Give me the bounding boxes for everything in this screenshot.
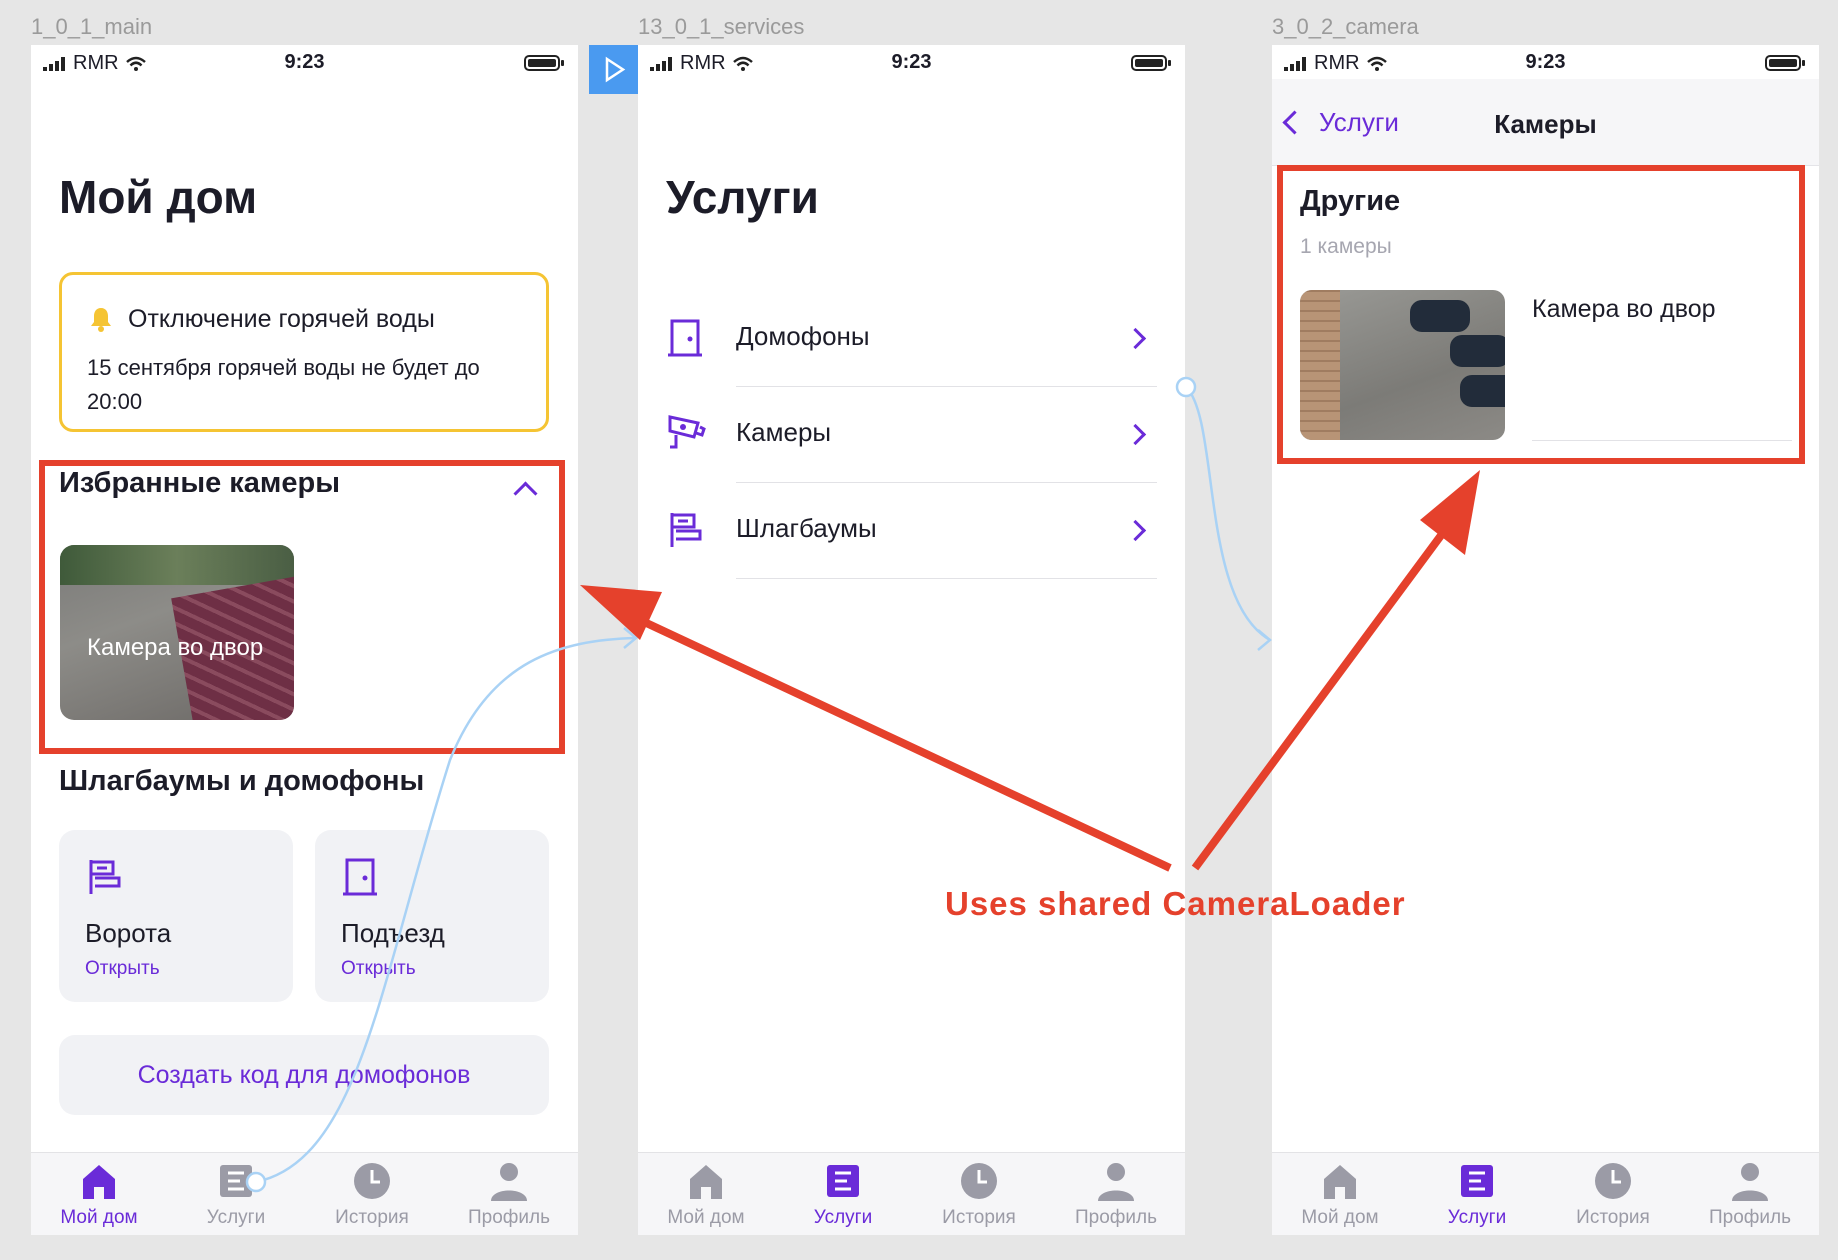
tab-bar: Мой дом Услуги История Профиль: [638, 1152, 1185, 1235]
chevron-right-icon: [1124, 423, 1147, 446]
highlight-favorite-cameras: [39, 460, 565, 754]
services-item-barriers[interactable]: Шлагбаумы: [666, 483, 1157, 579]
highlight-camera-list: [1277, 165, 1805, 464]
clock-icon: [354, 1163, 390, 1199]
tab-home-label: Мой дом: [667, 1207, 745, 1228]
tab-profile-label: Профиль: [1074, 1207, 1158, 1228]
play-icon: [605, 56, 626, 83]
tab-history[interactable]: История: [304, 1159, 440, 1229]
clock-icon: [961, 1163, 997, 1199]
battery-icon: [1765, 55, 1805, 71]
services-item-label: Шлагбаумы: [736, 513, 877, 543]
services-item-label: Домофоны: [736, 321, 870, 351]
entrance-open-link[interactable]: Открыть: [341, 958, 416, 980]
status-time: 9:23: [1525, 51, 1566, 73]
door-icon: [668, 319, 702, 357]
entrance-tile[interactable]: Подъезд Открыть: [315, 830, 549, 1002]
services-icon: [827, 1165, 859, 1197]
tab-services-label: Услуги: [1447, 1207, 1507, 1228]
annotation-caption: Uses shared CameraLoader: [945, 885, 1406, 922]
services-item-label: Камеры: [736, 417, 832, 447]
services-icon: [220, 1165, 252, 1197]
door-icon: [343, 858, 377, 896]
tab-services[interactable]: Услуги: [1409, 1159, 1545, 1229]
frame-label-main: 1_0_1_main: [31, 14, 153, 39]
tab-history[interactable]: История: [1545, 1159, 1681, 1229]
tab-history[interactable]: История: [911, 1159, 1047, 1229]
navigation-bar: Услуги Камеры: [1272, 79, 1819, 166]
hot-water-alert[interactable]: Отключение горячей воды 15 сентября горя…: [59, 272, 549, 432]
tab-home-label: Мой дом: [1301, 1207, 1379, 1228]
tab-profile[interactable]: Профиль: [441, 1159, 577, 1229]
entrance-title: Подъезд: [341, 918, 445, 948]
tab-profile-label: Профиль: [467, 1207, 551, 1228]
barrier-icon: [670, 513, 702, 547]
home-icon: [83, 1165, 115, 1199]
bell-icon: [91, 308, 111, 332]
tab-profile[interactable]: Профиль: [1048, 1159, 1184, 1229]
services-icon: [1461, 1165, 1493, 1197]
status-time: 9:23: [891, 51, 932, 73]
frame-label-camera: 3_0_2_camera: [1272, 14, 1419, 39]
battery-icon: [524, 55, 564, 71]
gate-tile[interactable]: Ворота Открыть: [59, 830, 293, 1002]
tab-home-label: Мой дом: [60, 1207, 138, 1228]
status-time: 9:23: [284, 51, 325, 73]
tab-home[interactable]: Мой дом: [1272, 1159, 1408, 1229]
create-intercom-code-button[interactable]: Создать код для домофонов: [59, 1035, 549, 1115]
tab-home[interactable]: Мой дом: [31, 1159, 167, 1229]
barrier-icon: [89, 860, 121, 894]
status-bar: RMR 9:23: [638, 45, 1185, 79]
tab-profile-label: Профиль: [1708, 1207, 1792, 1228]
home-icon: [1324, 1165, 1356, 1199]
alert-text: 15 сентября горячей воды не будет до 20:…: [87, 355, 480, 414]
camera-icon: [668, 415, 706, 449]
page-title: Услуги: [666, 171, 819, 223]
tab-services[interactable]: Услуги: [168, 1159, 304, 1229]
profile-icon: [1732, 1163, 1768, 1201]
tab-history-label: История: [1576, 1207, 1650, 1228]
tab-bar: Мой дом Услуги История Профиль: [31, 1152, 578, 1235]
gate-open-link[interactable]: Открыть: [85, 958, 160, 980]
tab-profile[interactable]: Профиль: [1682, 1159, 1818, 1229]
page-title: Мой дом: [59, 171, 258, 223]
services-screen: RMR 9:23 Услуги Домофоны Камеры Шлагбаум…: [638, 45, 1185, 1235]
prototype-play-button[interactable]: [589, 45, 638, 94]
tab-services-label: Услуги: [206, 1207, 266, 1228]
tab-home[interactable]: Мой дом: [638, 1159, 774, 1229]
status-bar: RMR 9:23: [31, 45, 578, 79]
chevron-right-icon: [1124, 519, 1147, 542]
profile-icon: [491, 1163, 527, 1201]
gate-title: Ворота: [85, 918, 172, 948]
home-icon: [690, 1165, 722, 1199]
alert-title: Отключение горячей воды: [128, 305, 435, 333]
tab-bar: Мой дом Услуги История Профиль: [1272, 1152, 1819, 1235]
status-bar: RMR 9:23: [1272, 45, 1819, 79]
chevron-right-icon: [1124, 327, 1147, 350]
tab-services-label: Услуги: [813, 1207, 873, 1228]
services-item-intercoms[interactable]: Домофоны: [666, 291, 1157, 387]
clock-icon: [1595, 1163, 1631, 1199]
tab-history-label: История: [942, 1207, 1016, 1228]
profile-icon: [1098, 1163, 1134, 1201]
barriers-title: Шлагбаумы и домофоны: [59, 765, 425, 797]
tab-history-label: История: [335, 1207, 409, 1228]
battery-icon: [1131, 55, 1171, 71]
services-item-cameras[interactable]: Камеры: [666, 387, 1157, 483]
nav-title: Камеры: [1494, 109, 1597, 139]
tab-services[interactable]: Услуги: [775, 1159, 911, 1229]
frame-label-services: 13_0_1_services: [638, 14, 805, 39]
